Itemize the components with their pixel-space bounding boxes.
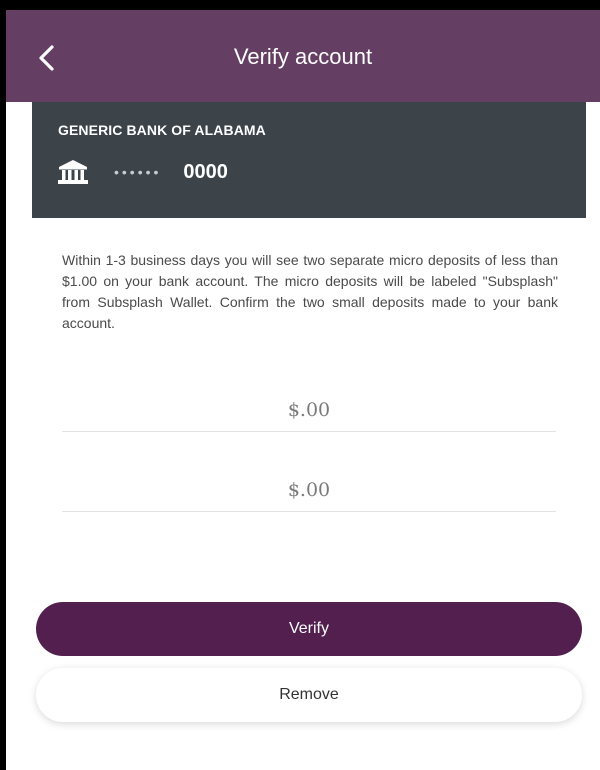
app-header: Verify account <box>6 10 600 102</box>
account-number-row: •••••• 0000 <box>58 158 228 186</box>
device-frame: Verify account GENERIC BANK OF ALABAMA •… <box>0 0 600 770</box>
deposit-amount-1-input[interactable] <box>62 388 556 432</box>
screen: Verify account GENERIC BANK OF ALABAMA •… <box>6 10 600 770</box>
remove-button[interactable]: Remove <box>36 668 582 722</box>
masked-account-digits: •••••• <box>114 164 162 180</box>
verify-button[interactable]: Verify <box>36 602 582 656</box>
bank-account-card: GENERIC BANK OF ALABAMA •••••• 0000 <box>32 102 586 218</box>
bank-icon <box>58 159 88 185</box>
deposit-amount-2-input[interactable] <box>62 468 556 512</box>
verification-instructions: Within 1-3 business days you will see tw… <box>62 252 558 331</box>
account-last-four: 0000 <box>183 160 228 183</box>
bank-name: GENERIC BANK OF ALABAMA <box>58 122 266 138</box>
page-title: Verify account <box>233 44 373 69</box>
